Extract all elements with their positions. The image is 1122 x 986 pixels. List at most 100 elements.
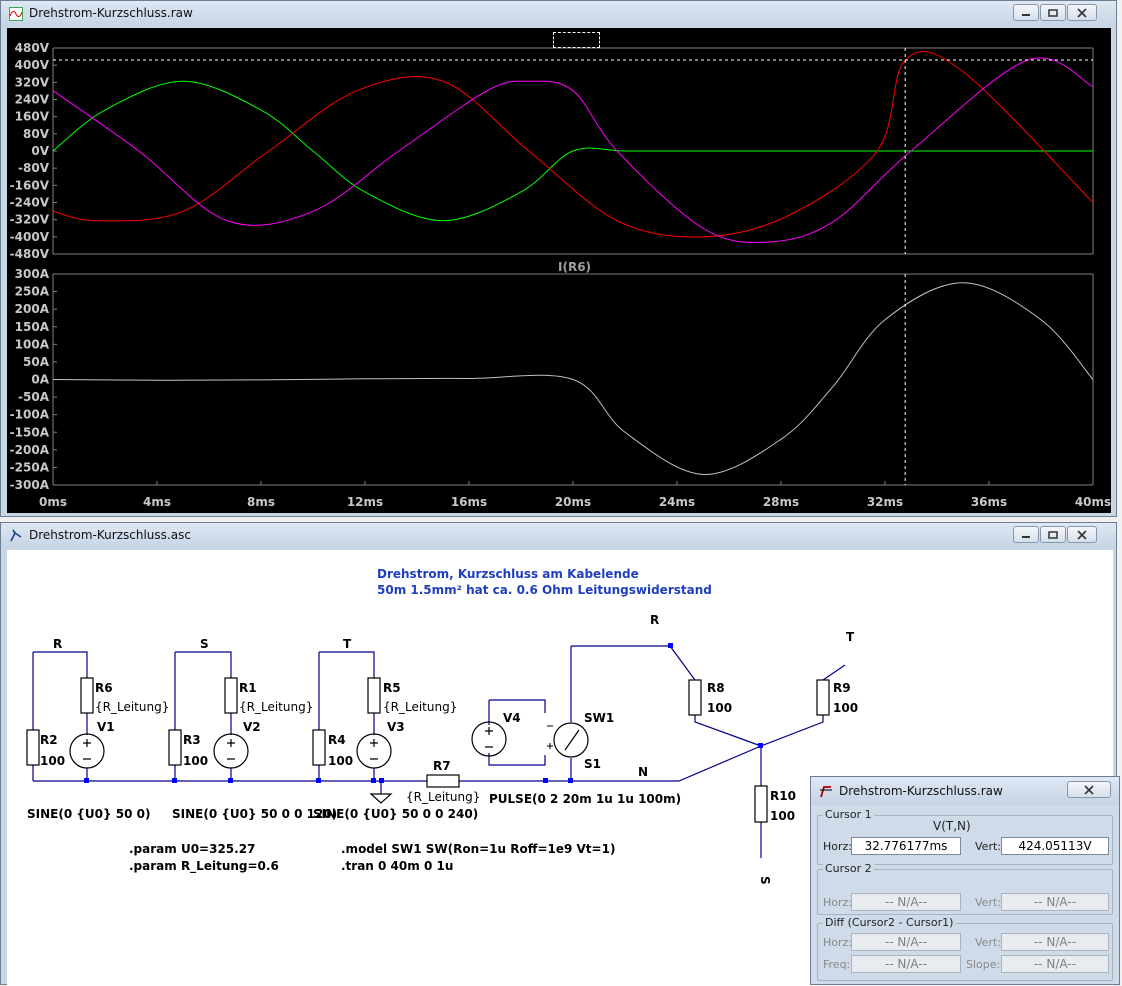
trace-label-ir6[interactable]: I(R6) — [558, 260, 591, 274]
trace-vrn — [52, 80, 1093, 222]
close-icon — [1077, 7, 1087, 18]
plot-window-title: Drehstrom-Kurzschluss.raw — [29, 6, 193, 20]
amp-tick-label: 0A — [31, 373, 49, 387]
plot-titlebar[interactable]: Drehstrom-Kurzschluss.raw — [1, 1, 1116, 27]
close-button[interactable] — [1067, 4, 1097, 21]
diff-slope-label: Slope: — [966, 958, 1001, 971]
label-r2-value[interactable]: 100 — [40, 754, 65, 768]
schematic-close-button[interactable] — [1067, 526, 1097, 543]
label-v4[interactable]: V4 — [503, 711, 521, 725]
cursor2-horz-label: Horz: — [823, 896, 853, 909]
label-v3[interactable]: V3 — [387, 720, 405, 734]
label-sw1[interactable]: SW1 — [584, 711, 614, 725]
label-v2[interactable]: V2 — [243, 720, 261, 734]
waveform-icon — [9, 7, 23, 21]
cursor2-vert-label: Vert: — [975, 896, 1001, 909]
label-r3[interactable]: R3 — [183, 733, 201, 747]
diff-freq-field[interactable]: -- N/A-- — [851, 955, 961, 973]
time-tick-label: 4ms — [143, 495, 171, 509]
wires — [32, 645, 846, 858]
volt-tick-label: -480V — [10, 247, 50, 261]
volt-tick-label: 400V — [15, 58, 50, 72]
directive-sine1[interactable]: SINE(0 {U0} 50 0) — [27, 807, 150, 821]
volt-tick-label: -80V — [18, 161, 50, 175]
diff-freq-label: Freq: — [823, 958, 851, 971]
label-r8-value[interactable]: 100 — [707, 701, 732, 715]
cursor1-vert-field[interactable]: 424.05113V — [1001, 837, 1109, 855]
amp-tick-label: -100A — [10, 408, 50, 422]
diff-label: Diff (Cursor2 - Cursor1) — [823, 916, 956, 929]
directive-sine3[interactable]: SINE(0 {U0} 50 0 0 240) — [313, 807, 478, 821]
label-r7[interactable]: R7 — [433, 759, 451, 773]
label-r4-value[interactable]: 100 — [328, 754, 353, 768]
time-tick-label: 40ms — [1075, 495, 1111, 509]
label-r8[interactable]: R8 — [707, 681, 725, 695]
volt-tick-label: -240V — [10, 196, 50, 210]
schematic-minimize-button[interactable] — [1013, 526, 1039, 543]
label-r1[interactable]: R1 — [239, 681, 257, 695]
amp-tick-label: 100A — [15, 337, 50, 351]
cursor1-vert-label: Vert: — [975, 840, 1001, 853]
amp-tick-label: -300A — [10, 478, 50, 492]
amp-tick-label: 50A — [23, 355, 50, 369]
trace-label-vsn[interactable]: V(S,N) — [899, 32, 943, 46]
schematic-titlebar[interactable]: Drehstrom-Kurzschluss.asc — [1, 523, 1116, 549]
label-r3-value[interactable]: 100 — [183, 754, 208, 768]
label-r6[interactable]: R6 — [95, 681, 113, 695]
restore-button[interactable] — [1040, 4, 1066, 21]
label-r9-value[interactable]: 100 — [833, 701, 858, 715]
label-r6-value[interactable]: {R_Leitung} — [95, 700, 169, 714]
amp-tick-label: 300A — [15, 267, 50, 281]
label-r5-value[interactable]: {R_Leitung} — [383, 700, 457, 714]
cursor-window: Drehstrom-Kurzschluss.raw Cursor 1 V(T,N… — [810, 776, 1120, 985]
cursor1-label: Cursor 1 — [823, 808, 874, 821]
cursor2-label: Cursor 2 — [823, 862, 874, 875]
diff-horz-field[interactable]: -- N/A-- — [851, 933, 961, 951]
label-r4[interactable]: R4 — [328, 733, 346, 747]
label-s1[interactable]: S1 — [584, 757, 601, 771]
label-r7-value[interactable]: {R_Leitung} — [406, 790, 480, 804]
plot-area[interactable]: 480V 400V 320V 240V 160V 80V 0V -80V -160V -240V -… — [7, 28, 1111, 513]
volt-tick-label: 240V — [15, 93, 50, 107]
directive-param-u0[interactable]: .param U0=325.27 — [129, 842, 255, 856]
label-v1[interactable]: V1 — [97, 720, 115, 734]
directive-param-rl[interactable]: .param R_Leitung=0.6 — [129, 859, 279, 874]
restore-icon — [1048, 8, 1058, 17]
volt-tick-label: 480V — [15, 41, 50, 55]
cursor2-horz-field[interactable]: -- N/A-- — [851, 893, 961, 911]
label-r5[interactable]: R5 — [383, 681, 401, 695]
cursor2-vert-field[interactable]: -- N/A-- — [1001, 893, 1109, 911]
schematic-restore-button[interactable] — [1040, 526, 1066, 543]
time-tick-label: 28ms — [763, 495, 799, 509]
directive-tran[interactable]: .tran 0 40m 0 1u — [341, 859, 453, 873]
schematic-heading-1[interactable]: Drehstrom, Kurzschluss am Kabelende — [377, 567, 639, 581]
close-icon — [1084, 784, 1094, 795]
diff-vert-label: Vert: — [975, 936, 1001, 949]
label-r2[interactable]: R2 — [40, 733, 58, 747]
volt-tick-label: -160V — [10, 178, 50, 192]
label-s: S — [200, 637, 209, 651]
diff-slope-field[interactable]: -- N/A-- — [1001, 955, 1109, 973]
trace-label-vtn[interactable]: V(T,N) — [553, 32, 601, 48]
trace-label-vrn[interactable]: V(R,N) — [205, 32, 249, 46]
diff-vert-field[interactable]: -- N/A-- — [1001, 933, 1109, 951]
minimize-button[interactable] — [1013, 4, 1039, 21]
schematic-heading-2[interactable]: 50m 1.5mm² hat ca. 0.6 Ohm Leitungswider… — [377, 583, 712, 597]
label-r9[interactable]: R9 — [833, 681, 851, 695]
amp-tick-label: 250A — [15, 285, 50, 299]
waveform-icon — [820, 786, 832, 798]
directive-model[interactable]: .model SW1 SW(Ron=1u Roff=1e9 Vt=1) — [341, 842, 615, 856]
label-r10[interactable]: R10 — [770, 789, 796, 803]
cursor1-horz-field[interactable]: 32.776177ms — [851, 837, 961, 855]
time-tick-label: 0ms — [39, 495, 67, 509]
volt-tick-label: 160V — [15, 110, 50, 124]
cursor-titlebar[interactable]: Drehstrom-Kurzschluss.raw — [811, 777, 1119, 805]
volt-tick-label: 320V — [15, 75, 50, 89]
amp-tick-label: 150A — [15, 320, 50, 334]
directive-pulse[interactable]: PULSE(0 2 20m 1u 1u 100m) — [489, 792, 681, 806]
label-r10-value[interactable]: 100 — [770, 809, 795, 823]
cursor-close-button[interactable] — [1067, 781, 1111, 798]
label-r1-value[interactable]: {R_Leitung} — [239, 700, 313, 714]
time-tick-label: 24ms — [659, 495, 695, 509]
diff-horz-label: Horz: — [823, 936, 853, 949]
